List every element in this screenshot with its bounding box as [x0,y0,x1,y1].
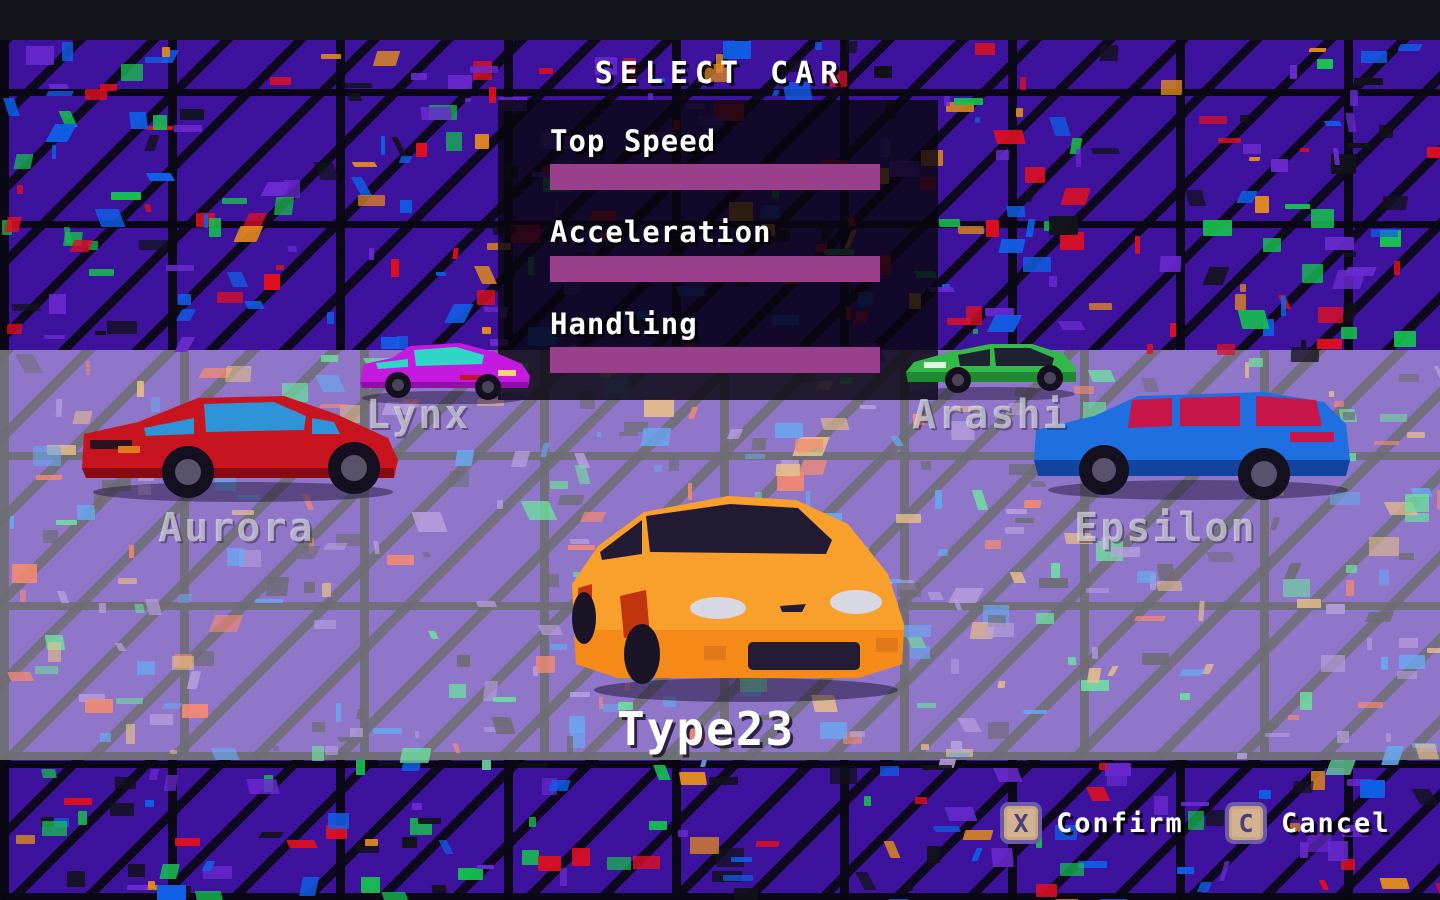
car-sprite-aurora[interactable] [68,384,402,502]
stat-row: Acceleration [550,215,950,282]
car-sprite-epsilon[interactable] [1028,384,1362,500]
page-title: SELECT CAR [594,56,846,91]
hint-label-cancel: Cancel [1281,807,1391,839]
key-c-icon[interactable]: C [1225,802,1267,844]
car-sprite-type23[interactable] [558,478,922,702]
car-label-epsilon[interactable]: Epsilon [1074,505,1257,551]
stat-row: Handling [550,306,950,374]
stat-label-acceleration: Acceleration [550,215,772,250]
stat-label-top-speed: Top Speed [550,124,717,158]
stat-bar-fill-handling [550,347,880,374]
car-label-aurora[interactable]: Aurora [158,505,315,551]
hint-label-confirm: Confirm [1056,807,1184,839]
car-label-lynx[interactable]: Lynx [366,392,470,438]
stat-bar-track-top-speed [550,164,880,191]
stat-row: Top Speed [550,124,950,191]
stat-bar-track-handling [550,347,880,374]
stat-bar-fill-acceleration [550,255,880,282]
game-screen: SELECT CAR Top Speed Acceleration Handli… [0,0,1440,900]
stat-bar-fill-top-speed [550,164,880,191]
stats-list: Top Speed Acceleration Handling [550,126,950,400]
stat-label-handling: Handling [550,306,698,341]
hint-confirm[interactable]: X Confirm [1000,802,1184,844]
hint-cancel[interactable]: C Cancel [1225,802,1391,844]
car-label-type23[interactable]: Type23 [617,702,795,756]
stat-bar-track-acceleration [550,255,880,282]
footer-hints: X Confirm C Cancel [0,798,1440,858]
key-x-icon[interactable]: X [1000,802,1042,844]
